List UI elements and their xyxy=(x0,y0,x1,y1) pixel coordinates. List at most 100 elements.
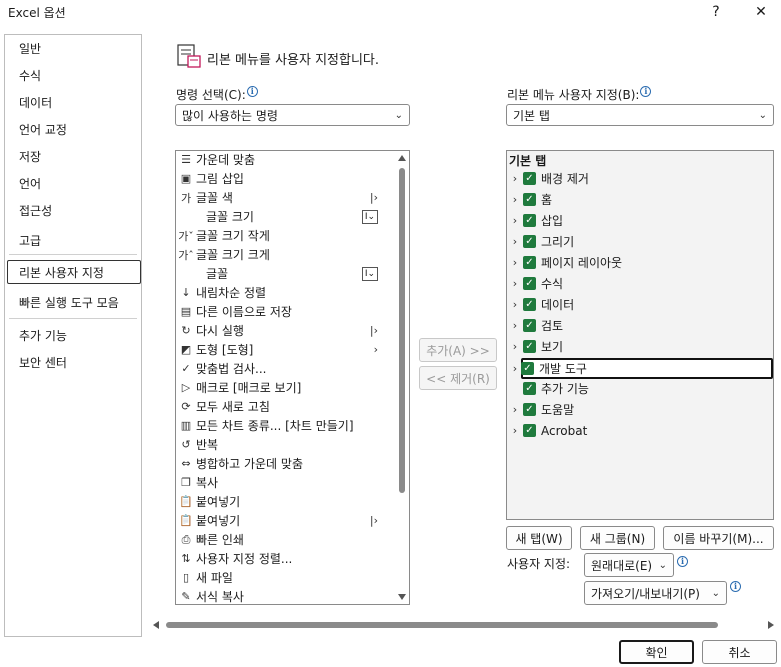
expand-chevron-icon[interactable]: › xyxy=(509,256,521,269)
nav-item-language[interactable]: 언어 xyxy=(19,175,41,192)
scroll-left-icon[interactable] xyxy=(152,620,160,630)
scroll-down-icon[interactable] xyxy=(397,593,407,601)
nav-item-accessibility[interactable]: 접근성 xyxy=(19,202,52,219)
command-item[interactable]: 가ˇ 글꼴 크기 작게 xyxy=(178,226,396,245)
command-item[interactable]: ▣ 그림 삽입 xyxy=(178,169,396,188)
ribbon-tab-item[interactable]: › ✓ Acrobat xyxy=(509,421,771,440)
expand-chevron-icon[interactable]: › xyxy=(509,424,521,437)
command-item[interactable]: 📋 붙여넣기 |› xyxy=(178,511,396,530)
tab-checkbox[interactable]: ✓ xyxy=(523,382,536,395)
nav-item-proofing[interactable]: 언어 교정 xyxy=(19,121,67,138)
command-item[interactable]: ✓ 맞춤법 검사... xyxy=(178,359,396,378)
new-group-button[interactable]: 새 그룹(N) xyxy=(580,526,655,550)
close-button[interactable]: ✕ xyxy=(743,0,779,24)
tab-checkbox[interactable]: ✓ xyxy=(523,298,536,311)
ribbon-tab-item[interactable]: › ✓ 수식 xyxy=(509,274,771,293)
import-export-dropdown[interactable]: 가져오기/내보내기(P) ⌄ xyxy=(584,581,727,605)
expand-chevron-icon[interactable]: › xyxy=(509,362,521,375)
nav-item-add-ins[interactable]: 추가 기능 xyxy=(19,327,67,344)
expand-chevron-icon[interactable]: › xyxy=(509,172,521,185)
ribbon-tab-item[interactable]: ✓ 추가 기능 xyxy=(509,379,771,398)
add-button[interactable]: 추가(A) >> xyxy=(419,338,497,362)
ribbon-tabs-tree[interactable]: 기본 탭 › ✓ 배경 제거 › ✓ 홈 › ✓ 삽입 › ✓ 그리기 › ✓ 페이지 레이아웃 › ✓ 수식 › ✓… xyxy=(506,150,774,520)
tab-checkbox[interactable]: ✓ xyxy=(523,424,536,437)
horizontal-scrollbar[interactable] xyxy=(150,618,777,632)
command-item[interactable]: 📋 붙여넣기 xyxy=(178,492,396,511)
expand-chevron-icon[interactable]: › xyxy=(509,235,521,248)
command-item[interactable]: ⇔ 병합하고 가운데 맞춤 xyxy=(178,454,396,473)
horizontal-scroll-thumb[interactable] xyxy=(166,622,718,628)
command-item[interactable]: ▯ 새 파일 xyxy=(178,568,396,587)
choose-commands-select[interactable]: 많이 사용하는 명령 ⌄ xyxy=(175,104,410,126)
tab-checkbox[interactable]: ✓ xyxy=(523,193,536,206)
reset-dropdown[interactable]: 원래대로(E) ⌄ xyxy=(584,553,674,577)
nav-item-advanced[interactable]: 고급 xyxy=(19,232,41,249)
new-tab-button[interactable]: 새 탭(W) xyxy=(506,526,572,550)
nav-item-formulas[interactable]: 수식 xyxy=(19,67,41,84)
command-item[interactable]: ▷ 매크로 [매크로 보기] xyxy=(178,378,396,397)
customize-ribbon-select[interactable]: 기본 탭 ⌄ xyxy=(506,104,774,126)
scroll-up-icon[interactable] xyxy=(397,154,407,162)
command-item[interactable]: 가ˆ 글꼴 크기 크게 xyxy=(178,245,396,264)
ribbon-tab-item[interactable]: › ✓ 삽입 xyxy=(509,211,771,230)
tab-checkbox[interactable]: ✓ xyxy=(523,235,536,248)
command-item[interactable]: ⎙ 빠른 인쇄 xyxy=(178,530,396,549)
command-item[interactable]: ⟳ 모두 새로 고침 xyxy=(178,397,396,416)
tab-checkbox[interactable]: ✓ xyxy=(523,340,536,353)
command-item[interactable]: ◩ 도형 [도형] › xyxy=(178,340,396,359)
command-item[interactable]: ▥ 모든 차트 종류... [차트 만들기] xyxy=(178,416,396,435)
tab-checkbox[interactable]: ✓ xyxy=(523,319,536,332)
scroll-right-icon[interactable] xyxy=(767,620,775,630)
command-item[interactable]: ↻ 다시 실행 |› xyxy=(178,321,396,340)
ribbon-tab-item[interactable]: › ✓ 데이터 xyxy=(509,295,771,314)
expand-chevron-icon[interactable]: › xyxy=(509,193,521,206)
command-item[interactable]: ❐ 복사 xyxy=(178,473,396,492)
expand-chevron-icon[interactable]: › xyxy=(509,319,521,332)
command-item[interactable]: 가 글꼴 색 |› xyxy=(178,188,396,207)
nav-item-save[interactable]: 저장 xyxy=(19,148,41,165)
ribbon-tab-item[interactable]: › ✓ 그리기 xyxy=(509,232,771,251)
ribbon-tab-item[interactable]: › ✓ 홈 xyxy=(509,190,771,209)
expand-chevron-icon[interactable]: › xyxy=(509,340,521,353)
info-icon[interactable]: i xyxy=(246,86,258,97)
command-item[interactable]: 글꼴 I⌄ xyxy=(178,264,396,283)
tab-checkbox[interactable]: ✓ xyxy=(523,403,536,416)
expand-chevron-icon[interactable]: › xyxy=(509,214,521,227)
commands-scroll-thumb[interactable] xyxy=(399,168,405,493)
commands-list[interactable]: ☰ 가운데 맞춤 ▣ 그림 삽입 가 글꼴 색 |› 글꼴 크기 I⌄ 가ˇ 글꼴 크기 작게 가ˆ 글… xyxy=(175,150,410,605)
info-icon[interactable]: i xyxy=(640,86,652,97)
info-icon[interactable]: i xyxy=(677,556,688,567)
tab-checkbox[interactable]: ✓ xyxy=(523,214,536,227)
nav-item-trust-center[interactable]: 보안 센터 xyxy=(19,354,67,371)
command-item[interactable]: ▤ 다른 이름으로 저장 xyxy=(178,302,396,321)
command-item[interactable]: ↺ 반복 xyxy=(178,435,396,454)
expand-chevron-icon[interactable]: › xyxy=(509,403,521,416)
info-icon[interactable]: i xyxy=(730,581,741,592)
ribbon-tab-item[interactable]: › ✓ 개발 도구 xyxy=(513,358,773,379)
ribbon-tab-item[interactable]: › ✓ 배경 제거 xyxy=(509,169,771,188)
cancel-button[interactable]: 취소 xyxy=(702,640,777,664)
expand-chevron-icon[interactable]: › xyxy=(509,277,521,290)
nav-item-general[interactable]: 일반 xyxy=(19,40,41,57)
ribbon-tab-item[interactable]: › ✓ 보기 xyxy=(509,337,771,356)
command-item[interactable]: ✎ 서식 복사 xyxy=(178,587,396,604)
tab-checkbox[interactable]: ✓ xyxy=(523,172,536,185)
command-item[interactable]: ☰ 가운데 맞춤 xyxy=(178,151,396,169)
tab-checkbox[interactable]: ✓ xyxy=(523,256,536,269)
ribbon-tab-item[interactable]: › ✓ 검토 xyxy=(509,316,771,335)
command-item[interactable]: 글꼴 크기 I⌄ xyxy=(178,207,396,226)
expand-chevron-icon[interactable]: › xyxy=(509,298,521,311)
tab-checkbox[interactable]: ✓ xyxy=(521,362,534,375)
help-button[interactable]: ? xyxy=(698,0,734,24)
command-item[interactable]: ↓ 내림차순 정렬 xyxy=(178,283,396,302)
ok-button[interactable]: 확인 xyxy=(619,640,694,664)
rename-button[interactable]: 이름 바꾸기(M)... xyxy=(663,526,774,550)
command-item[interactable]: ⇅ 사용자 지정 정렬... xyxy=(178,549,396,568)
nav-item-data[interactable]: 데이터 xyxy=(19,94,52,111)
commands-scrollbar[interactable] xyxy=(396,152,408,603)
ribbon-tab-item[interactable]: › ✓ 페이지 레이아웃 xyxy=(509,253,771,272)
tab-checkbox[interactable]: ✓ xyxy=(523,277,536,290)
remove-button[interactable]: << 제거(R) xyxy=(419,366,497,390)
nav-item-customize-ribbon[interactable]: 리본 사용자 지정 xyxy=(19,264,104,281)
ribbon-tab-item[interactable]: › ✓ 도움말 xyxy=(509,400,771,419)
